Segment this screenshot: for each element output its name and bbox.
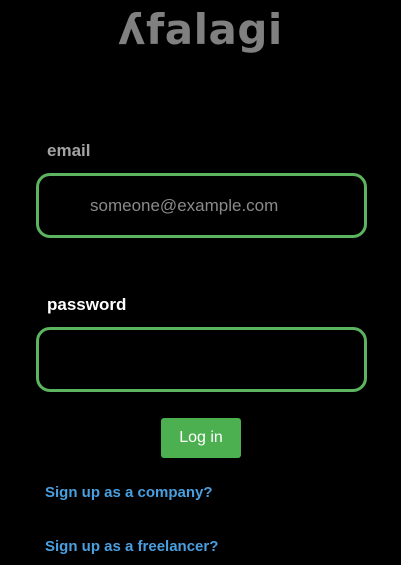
signup-freelancer-link[interactable]: Sign up as a freelancer? <box>45 537 218 557</box>
login-button[interactable]: Log in <box>161 418 241 458</box>
password-field[interactable] <box>36 327 367 392</box>
signup-company-link[interactable]: Sign up as a company? <box>45 483 213 503</box>
app-logo: ʎfalagi <box>118 5 283 54</box>
email-label: email <box>47 141 91 160</box>
password-label: password <box>47 295 127 314</box>
email-field[interactable] <box>36 173 367 238</box>
